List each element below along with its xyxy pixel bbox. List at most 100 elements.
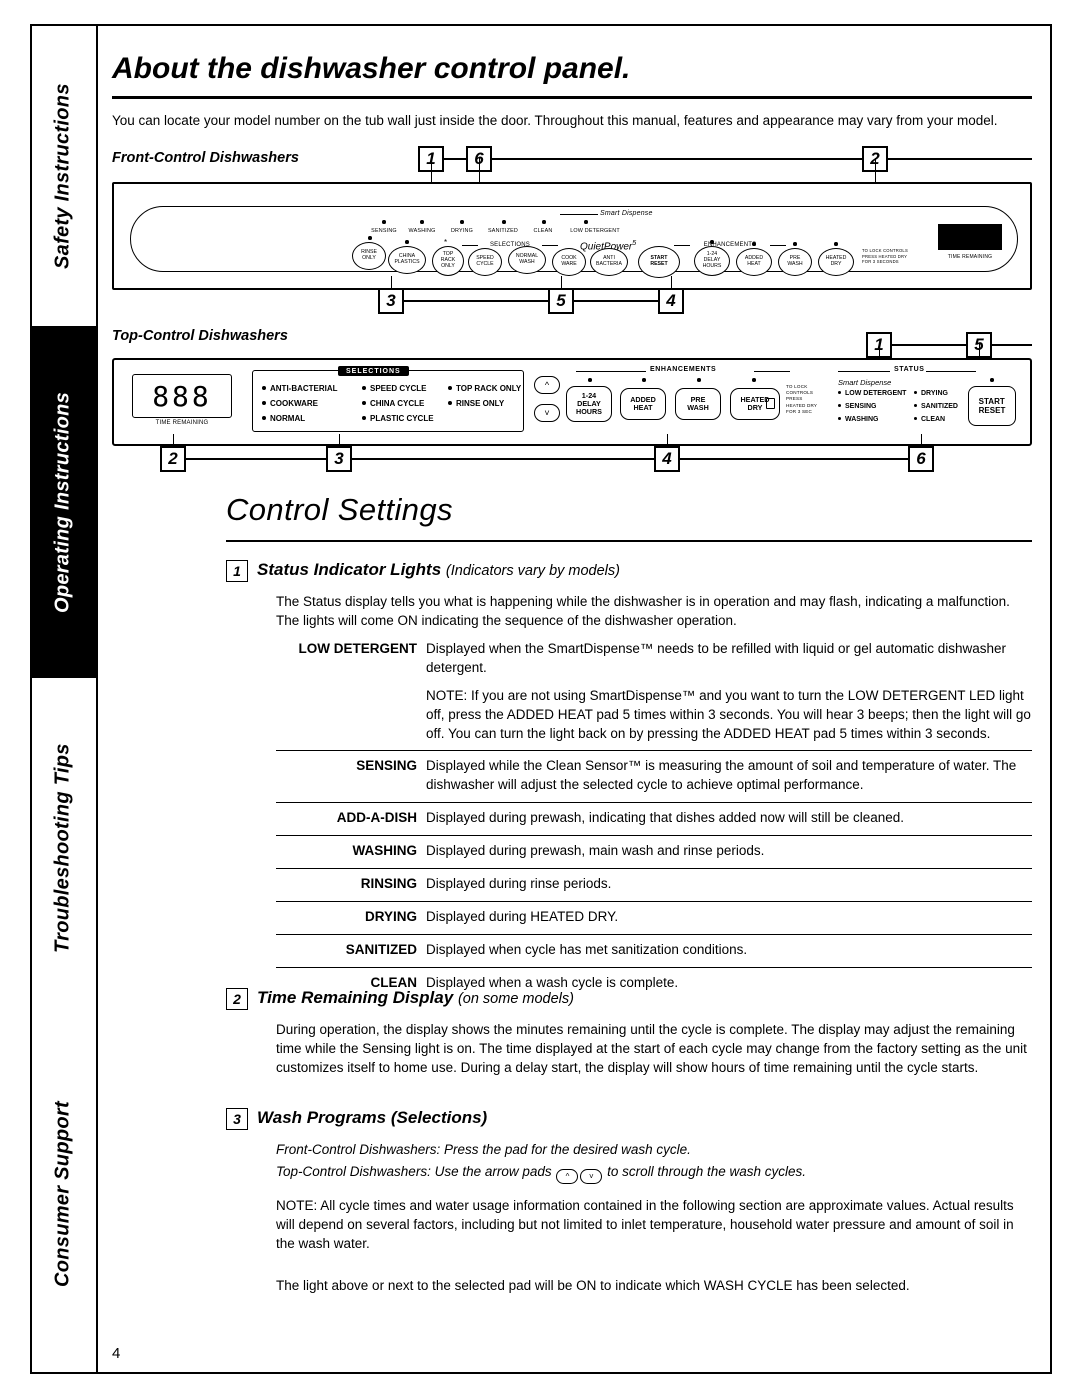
pad-delay-hours[interactable]: 1-24 DELAY HOURS <box>566 386 612 422</box>
definition-term: RINSING <box>360 876 417 892</box>
sidebar-divider <box>96 24 98 1374</box>
callout-front-4: 4 <box>658 288 684 314</box>
sidebar-tab-safety-instructions[interactable]: Safety Instructions <box>30 26 96 326</box>
selection-top-rack-only[interactable]: TOP RACK ONLY <box>448 384 521 393</box>
time-remaining-display <box>938 224 1002 250</box>
status-dot-clean <box>542 220 546 224</box>
intro-paragraph: You can locate your model number on the … <box>112 113 998 128</box>
definition-term: WASHING <box>352 843 417 859</box>
pad-indicator-dot <box>697 378 701 382</box>
callout-leader <box>574 300 658 302</box>
rule <box>542 245 558 246</box>
callout-top-3: 3 <box>326 446 352 472</box>
pad-indicator-dot <box>990 378 994 382</box>
pad-added-heat[interactable]: ADDED HEAT <box>736 248 772 276</box>
control-settings-rule <box>226 540 1032 542</box>
sidebar-tab-troubleshooting-tips[interactable]: Troubleshooting Tips <box>30 678 96 1018</box>
selection-rinse-only[interactable]: RINSE ONLY <box>448 399 504 408</box>
control-settings-title: Control Settings <box>226 492 453 527</box>
pad-indicator-dot <box>588 378 592 382</box>
smart-dispense-label: Smart Dispense <box>600 210 653 217</box>
rule <box>770 245 786 246</box>
brand-superscript: 5 <box>632 240 637 247</box>
top-control-panel-graphic: 888 TIME REMAINING SELECTIONS ANTI-BACTE… <box>112 358 1032 446</box>
definition-body: Displayed while the Clean Sensor™ is mea… <box>426 758 1017 793</box>
pad-indicator-dot <box>405 240 409 244</box>
page-number: 4 <box>112 1345 121 1362</box>
pad-heated-dry[interactable]: HEATED DRY <box>818 248 854 276</box>
callout-leader <box>892 344 966 346</box>
callout-leader <box>444 158 466 160</box>
pad-rinse-only[interactable]: RINSE ONLY <box>352 242 386 270</box>
section-number: 1 <box>226 560 248 582</box>
arrow-down-icon[interactable]: ˅ <box>580 1169 603 1184</box>
sidebar-tab-consumer-support[interactable]: Consumer Support <box>30 1018 96 1370</box>
pad-pre-wash[interactable]: PRE WASH <box>778 248 812 276</box>
arrow-down-icon[interactable]: ˅ <box>534 404 560 422</box>
definition-body: Displayed during HEATED DRY. <box>426 908 619 924</box>
pad-china-plastics[interactable]: CHINA PLASTICS <box>388 246 426 274</box>
callout-leader <box>431 158 432 184</box>
pad-indicator-dot <box>710 240 714 244</box>
section-1-body: The Status display tells you what is hap… <box>276 594 1010 629</box>
section-title: Status Indicator Lights (Indicators vary… <box>257 560 620 579</box>
selection-normal[interactable]: NORMAL <box>262 414 305 423</box>
callout-front-5: 5 <box>548 288 574 314</box>
sidebar-tab-label: Operating Instructions <box>51 391 74 613</box>
callout-front-3: 3 <box>378 288 404 314</box>
pad-indicator-dot <box>793 242 797 246</box>
selection-anti-bacterial[interactable]: ANTI-BACTERIAL <box>262 384 338 393</box>
smart-dispense-label: Smart Dispense <box>838 378 892 387</box>
arrow-up-icon[interactable]: ^ <box>534 376 560 394</box>
section-number: 2 <box>226 988 248 1010</box>
pad-added-heat[interactable]: ADDED HEAT <box>620 388 666 420</box>
selection-speed-cycle[interactable]: SPEED CYCLE <box>362 384 426 393</box>
selections-header: SELECTIONS <box>338 366 409 376</box>
pad-cook-ware[interactable]: COOK WARE <box>552 248 586 276</box>
rule <box>838 371 890 372</box>
pad-indicator-dot: * <box>444 238 448 247</box>
selection-china-cycle[interactable]: CHINA CYCLE <box>362 399 424 408</box>
definition-row: WASHING Displayed during prewash, main w… <box>276 835 1032 868</box>
lock-controls-note: TO LOCK CONTROLS PRESS HEATED DRY FOR 3 … <box>786 384 818 414</box>
sidebar-tab-operating-instructions[interactable]: Operating Instructions <box>30 326 96 678</box>
definition-term: LOW DETERGENT <box>298 641 418 656</box>
definition-body: Displayed when the SmartDispense™ needs … <box>426 641 1007 675</box>
pad-start-reset[interactable]: START RESET <box>968 386 1016 426</box>
callout-leader <box>671 276 672 290</box>
status-dot-sensing <box>382 220 386 224</box>
callout-leader <box>479 158 480 184</box>
section-3-closing: The light above or next to the selected … <box>276 1278 910 1293</box>
definition-row: SANITIZED Displayed when cycle has met s… <box>276 933 1032 967</box>
rule <box>576 371 646 372</box>
status-drying: DRYING <box>914 390 948 397</box>
status-clean: CLEAN <box>914 416 945 423</box>
pad-pre-wash[interactable]: PRE WASH <box>675 388 721 420</box>
arrow-up-icon[interactable]: ^ <box>556 1169 579 1184</box>
pad-anti-bacteria[interactable]: ANTI BACTERIA <box>590 248 628 276</box>
callout-top-6: 6 <box>908 446 934 472</box>
callout-top-2: 2 <box>160 446 186 472</box>
pad-start-reset[interactable]: START RESET <box>638 246 680 278</box>
pad-speed-cycle[interactable]: SPEED CYCLE <box>468 248 502 276</box>
definition-row: RINSING Displayed during rinse periods. <box>276 868 1032 901</box>
pad-top-rack-only[interactable]: TOP RACK ONLY <box>432 246 464 276</box>
selection-cookware[interactable]: COOKWARE <box>262 399 318 408</box>
definition-row: SENSING Displayed while the Clean Sensor… <box>276 750 1032 802</box>
section-title: Wash Programs (Selections) <box>257 1108 488 1127</box>
rule <box>674 245 690 246</box>
time-remaining-label: TIME REMAINING <box>947 254 993 260</box>
definition-row: ADD-A-DISH Displayed during prewash, ind… <box>276 802 1032 835</box>
pad-normal-wash[interactable]: NORMAL WASH <box>508 246 546 274</box>
selection-plastic-cycle[interactable]: PLASTIC CYCLE <box>362 414 434 423</box>
front-control-panel-graphic: SENSING WASHING DRYING SANITIZED CLEAN L… <box>112 182 1032 290</box>
status-label-low-detergent: LOW DETERGENT <box>570 228 620 234</box>
definition-body: Displayed during prewash, main wash and … <box>426 843 765 859</box>
pad-indicator-dot <box>752 378 756 382</box>
status-sensing: SENSING <box>838 403 877 410</box>
rule <box>754 371 790 372</box>
enhancements-header: ENHANCEMENTS <box>650 366 717 373</box>
definition-body: Displayed during rinse periods. <box>426 876 612 892</box>
status-label-sanitized: SANITIZED <box>488 228 518 234</box>
pad-delay-hours[interactable]: 1-24 DELAY HOURS <box>694 246 730 276</box>
